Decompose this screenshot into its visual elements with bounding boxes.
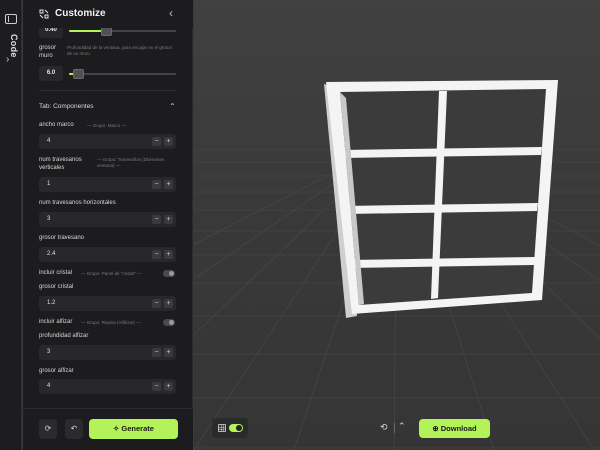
divider <box>39 90 176 91</box>
grosor-cristal-label: grosor cristal <box>39 284 74 290</box>
grosor-muro-label: grosor muro <box>39 45 57 60</box>
collapse-panel-icon[interactable]: ‹ <box>169 6 173 20</box>
sidebar-panel-icon[interactable] <box>5 14 17 24</box>
grosor-travesano-label: grosor travesano <box>39 235 85 241</box>
grosor-travesano-input[interactable]: 2.4 − + <box>39 247 176 262</box>
app: Code › Customize ‹ 0.40 grosor muro Prof… <box>0 0 600 450</box>
chevron-right-icon[interactable]: › <box>6 54 9 65</box>
incluir-alfeizar-toggle[interactable] <box>163 319 175 326</box>
download-label: Download <box>440 424 477 433</box>
increment-button[interactable]: + <box>164 180 173 189</box>
incluir-cristal-label: incluir cristal <box>39 270 73 276</box>
panel-footer: ⟳ ↶ ✧ Generate <box>23 408 193 450</box>
grid-toggle[interactable] <box>229 424 243 432</box>
grosor-cristal-input[interactable]: 1.2 − + <box>39 296 176 311</box>
top-slider-value[interactable]: 0.40 <box>39 28 63 38</box>
increment-button[interactable]: + <box>164 348 173 357</box>
generate-label: Generate <box>121 424 154 433</box>
travesanos-verticales-label: num travesanos verticales <box>39 157 82 172</box>
incluir-alfeizar-hint: — Grupo: Repisa (Alféizar) — <box>81 320 141 325</box>
increment-button[interactable]: + <box>164 215 173 224</box>
chevron-up-icon[interactable]: ⌃ <box>169 102 176 111</box>
grosor-muro-track[interactable] <box>69 69 176 79</box>
grosor-muro-hint: Profundidad de la ventana, para encajar … <box>67 45 173 56</box>
customize-icon <box>39 9 49 19</box>
profundidad-alfeizar-value[interactable]: 3 <box>47 349 50 355</box>
grosor-muro-thumb[interactable] <box>73 69 84 79</box>
download-button[interactable]: ⊕ Download <box>419 419 490 438</box>
download-icon: ⊕ <box>432 424 441 433</box>
parameters-scroll[interactable]: 0.40 grosor muro Profundidad de la venta… <box>23 28 193 406</box>
top-slider-thumb[interactable] <box>101 28 112 36</box>
travesanos-horizontales-label: num travesanos horizontales <box>39 200 116 206</box>
incluir-cristal-toggle[interactable] <box>163 270 175 277</box>
grosor-alfeizar-label: grosor alfizar <box>39 368 74 374</box>
travesanos-verticales-input[interactable]: 1 − + <box>39 177 176 192</box>
refresh-button[interactable]: ⟳ <box>39 419 57 439</box>
code-rail: Code › <box>0 0 22 450</box>
travesanos-verticales-value[interactable]: 1 <box>47 181 50 187</box>
increment-button[interactable]: + <box>164 299 173 308</box>
refresh-icon: ⟳ <box>44 424 52 433</box>
decrement-button[interactable]: − <box>152 299 161 308</box>
separator <box>394 423 395 433</box>
grosor-travesano-value[interactable]: 2.4 <box>47 251 55 257</box>
ancho-marco-name: ancho marco <box>39 122 74 128</box>
ancho-marco-input[interactable]: 4 − + <box>39 134 176 149</box>
history-icon[interactable]: ⟲ <box>380 422 388 433</box>
window-model[interactable] <box>194 0 600 450</box>
travesanos-horizontales-input[interactable]: 3 − + <box>39 212 176 227</box>
increment-button[interactable]: + <box>164 137 173 146</box>
travesanos-horizontales-value[interactable]: 3 <box>47 216 50 222</box>
increment-button[interactable]: + <box>164 382 173 391</box>
decrement-button[interactable]: − <box>152 215 161 224</box>
top-slider-track[interactable] <box>69 28 176 36</box>
incluir-cristal-hint: — Grupo: Panel de "cristal" — <box>81 271 142 276</box>
ancho-marco-label: ancho marco <box>39 122 74 128</box>
3d-viewport[interactable]: ⟲ ⌃ ⊕ Download <box>194 0 600 450</box>
increment-button[interactable]: + <box>164 250 173 259</box>
ancho-marco-hint: — Grupo: Marco — <box>87 123 127 128</box>
travesanos-verticales-hint: — Grupo: Travesaños (Divisiones ventana)… <box>97 157 165 168</box>
profundidad-alfeizar-input[interactable]: 3 − + <box>39 345 176 360</box>
undo-button[interactable]: ↶ <box>65 419 83 439</box>
generate-button[interactable]: ✧ Generate <box>89 419 178 439</box>
panel-title: Customize <box>55 8 106 19</box>
undo-icon: ↶ <box>70 424 78 433</box>
decrement-button[interactable]: − <box>152 382 161 391</box>
decrement-button[interactable]: − <box>152 137 161 146</box>
customize-panel: Customize ‹ 0.40 grosor muro Profundidad… <box>23 0 193 450</box>
grosor-alfeizar-value[interactable]: 4 <box>47 383 50 389</box>
grid-icon[interactable] <box>218 424 226 432</box>
grosor-alfeizar-input[interactable]: 4 − + <box>39 379 176 394</box>
incluir-alfeizar-label: incluir alfizar <box>39 319 73 325</box>
view-toggle-group <box>212 418 248 438</box>
decrement-button[interactable]: − <box>152 180 161 189</box>
panel-header: Customize ‹ <box>23 0 193 28</box>
section-title[interactable]: Tab: Componentes <box>39 103 94 110</box>
decrement-button[interactable]: − <box>152 250 161 259</box>
decrement-button[interactable]: − <box>152 348 161 357</box>
chevron-up-icon[interactable]: ⌃ <box>398 421 406 432</box>
grosor-cristal-value[interactable]: 1.2 <box>47 300 55 306</box>
profundidad-alfeizar-label: profundidad alfizar <box>39 333 89 339</box>
ancho-marco-value[interactable]: 4 <box>47 138 50 144</box>
grosor-muro-value[interactable]: 6.0 <box>39 66 63 81</box>
